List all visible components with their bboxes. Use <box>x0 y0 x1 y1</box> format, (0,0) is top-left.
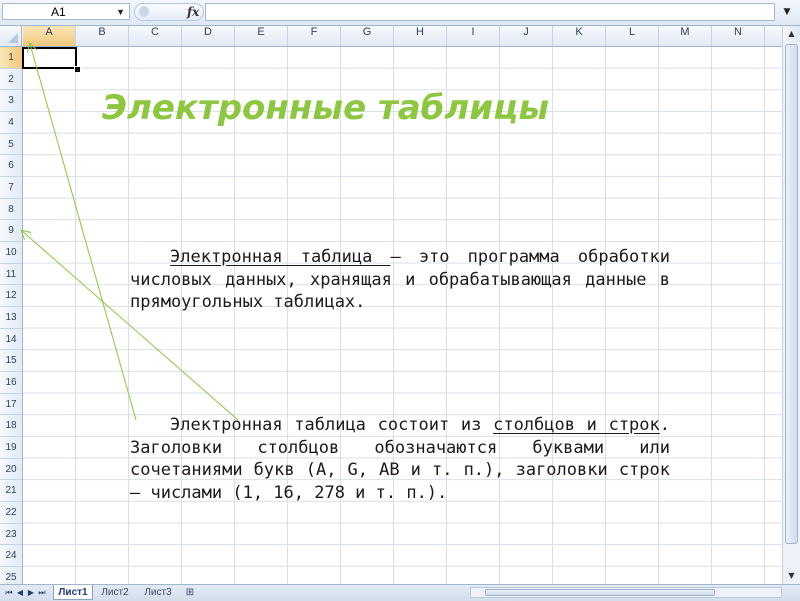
column-header-b[interactable]: B <box>76 26 129 46</box>
scroll-up-icon[interactable]: ▲ <box>783 26 800 42</box>
vertical-scrollbar[interactable]: ▲ ▼ <box>782 26 800 584</box>
active-cell[interactable] <box>22 47 77 69</box>
row-header-20[interactable]: 20 <box>0 459 22 481</box>
term-columns-rows: столбцов и строк <box>493 415 660 435</box>
row-header-6[interactable]: 6 <box>0 155 22 177</box>
column-header-a[interactable]: A <box>23 26 76 46</box>
row-header-21[interactable]: 21 <box>0 480 22 503</box>
row-header-3[interactable]: 3 <box>0 90 22 112</box>
row-header-1[interactable]: 1 <box>0 47 22 69</box>
column-header-d[interactable]: D <box>182 26 235 46</box>
horizontal-scroll-thumb[interactable] <box>485 589 715 596</box>
sheet-tabs-bar: ⏮ ◀ ▶ ⏭ Лист1 Лист2 Лист3 ⊞ <box>0 584 800 601</box>
tab-sheet-1[interactable]: Лист1 <box>53 585 93 600</box>
row-header-18[interactable]: 18 <box>0 415 22 438</box>
column-header-m[interactable]: M <box>659 26 712 46</box>
formula-bar: A1 ▼ fx ▼ <box>0 0 800 26</box>
row-header-2[interactable]: 2 <box>0 69 22 91</box>
row-header-8[interactable]: 8 <box>0 199 22 221</box>
definition-paragraph: Электронная таблица — это программа обра… <box>130 246 670 314</box>
tab-sheet-3[interactable]: Лист3 <box>138 585 178 600</box>
row-header-14[interactable]: 14 <box>0 329 22 351</box>
row-header-7[interactable]: 7 <box>0 177 22 199</box>
expand-formula-bar-icon[interactable]: ▼ <box>778 3 796 21</box>
row-header-23[interactable]: 23 <box>0 524 22 546</box>
column-header-bar: ABCDEFGHIJKLMN <box>0 26 782 47</box>
chevron-down-icon[interactable]: ▼ <box>116 4 125 21</box>
horizontal-scrollbar[interactable] <box>470 587 782 598</box>
insert-sheet-icon[interactable]: ⊞ <box>181 585 199 600</box>
column-header-k[interactable]: K <box>553 26 606 46</box>
column-header-i[interactable]: I <box>447 26 500 46</box>
row-header-4[interactable]: 4 <box>0 112 22 134</box>
row-header-25[interactable]: 25 <box>0 567 22 584</box>
fill-handle[interactable] <box>74 66 81 73</box>
first-sheet-icon[interactable]: ⏮ <box>4 587 14 598</box>
prev-sheet-icon[interactable]: ◀ <box>15 587 25 598</box>
name-box-value: A1 <box>51 5 66 19</box>
row-header-bar: 1 2 3 4 5 6 7 8 9 10 11 12 13 14 15 16 17 18 19 20 21 22 23 24 2… <box>0 47 23 584</box>
insert-function-icon[interactable]: fx <box>187 5 199 19</box>
function-area: fx <box>134 3 204 21</box>
row-header-15[interactable]: 15 <box>0 350 22 373</box>
row-header-22[interactable]: 22 <box>0 502 22 524</box>
column-header-j[interactable]: J <box>500 26 553 46</box>
formula-handle-icon[interactable] <box>139 6 149 17</box>
formula-input[interactable] <box>205 3 775 21</box>
column-header-c[interactable]: C <box>129 26 182 46</box>
structure-paragraph: Электронная таблица состоит из столбцов … <box>130 414 670 504</box>
column-header-h[interactable]: H <box>394 26 447 46</box>
term-spreadsheet: Электронная таблица <box>170 247 391 267</box>
row-header-12[interactable]: 12 <box>0 285 22 308</box>
select-all-button[interactable] <box>0 26 22 46</box>
structure-lead: Электронная таблица состоит из <box>170 415 494 435</box>
column-header-f[interactable]: F <box>288 26 341 46</box>
last-sheet-icon[interactable]: ⏭ <box>37 587 47 598</box>
scroll-down-icon[interactable]: ▼ <box>783 568 800 584</box>
row-header-10[interactable]: 10 <box>0 242 22 264</box>
row-header-16[interactable]: 16 <box>0 372 22 394</box>
select-all-icon <box>8 33 18 43</box>
name-box[interactable]: A1 ▼ <box>2 3 130 20</box>
row-header-13[interactable]: 13 <box>0 307 22 329</box>
vertical-scroll-thumb[interactable] <box>785 44 798 544</box>
column-header-l[interactable]: L <box>606 26 659 46</box>
tab-sheet-2[interactable]: Лист2 <box>95 585 135 600</box>
row-header-24[interactable]: 24 <box>0 545 22 568</box>
row-header-9[interactable]: 9 <box>0 220 22 243</box>
row-header-19[interactable]: 19 <box>0 437 22 459</box>
row-header-5[interactable]: 5 <box>0 134 22 156</box>
row-header-17[interactable]: 17 <box>0 394 22 416</box>
column-header-g[interactable]: G <box>341 26 394 46</box>
row-header-11[interactable]: 11 <box>0 264 22 286</box>
page-title: Электронные таблицы <box>102 88 550 128</box>
column-header-n[interactable]: N <box>712 26 765 46</box>
next-sheet-icon[interactable]: ▶ <box>26 587 36 598</box>
column-header-e[interactable]: E <box>235 26 288 46</box>
